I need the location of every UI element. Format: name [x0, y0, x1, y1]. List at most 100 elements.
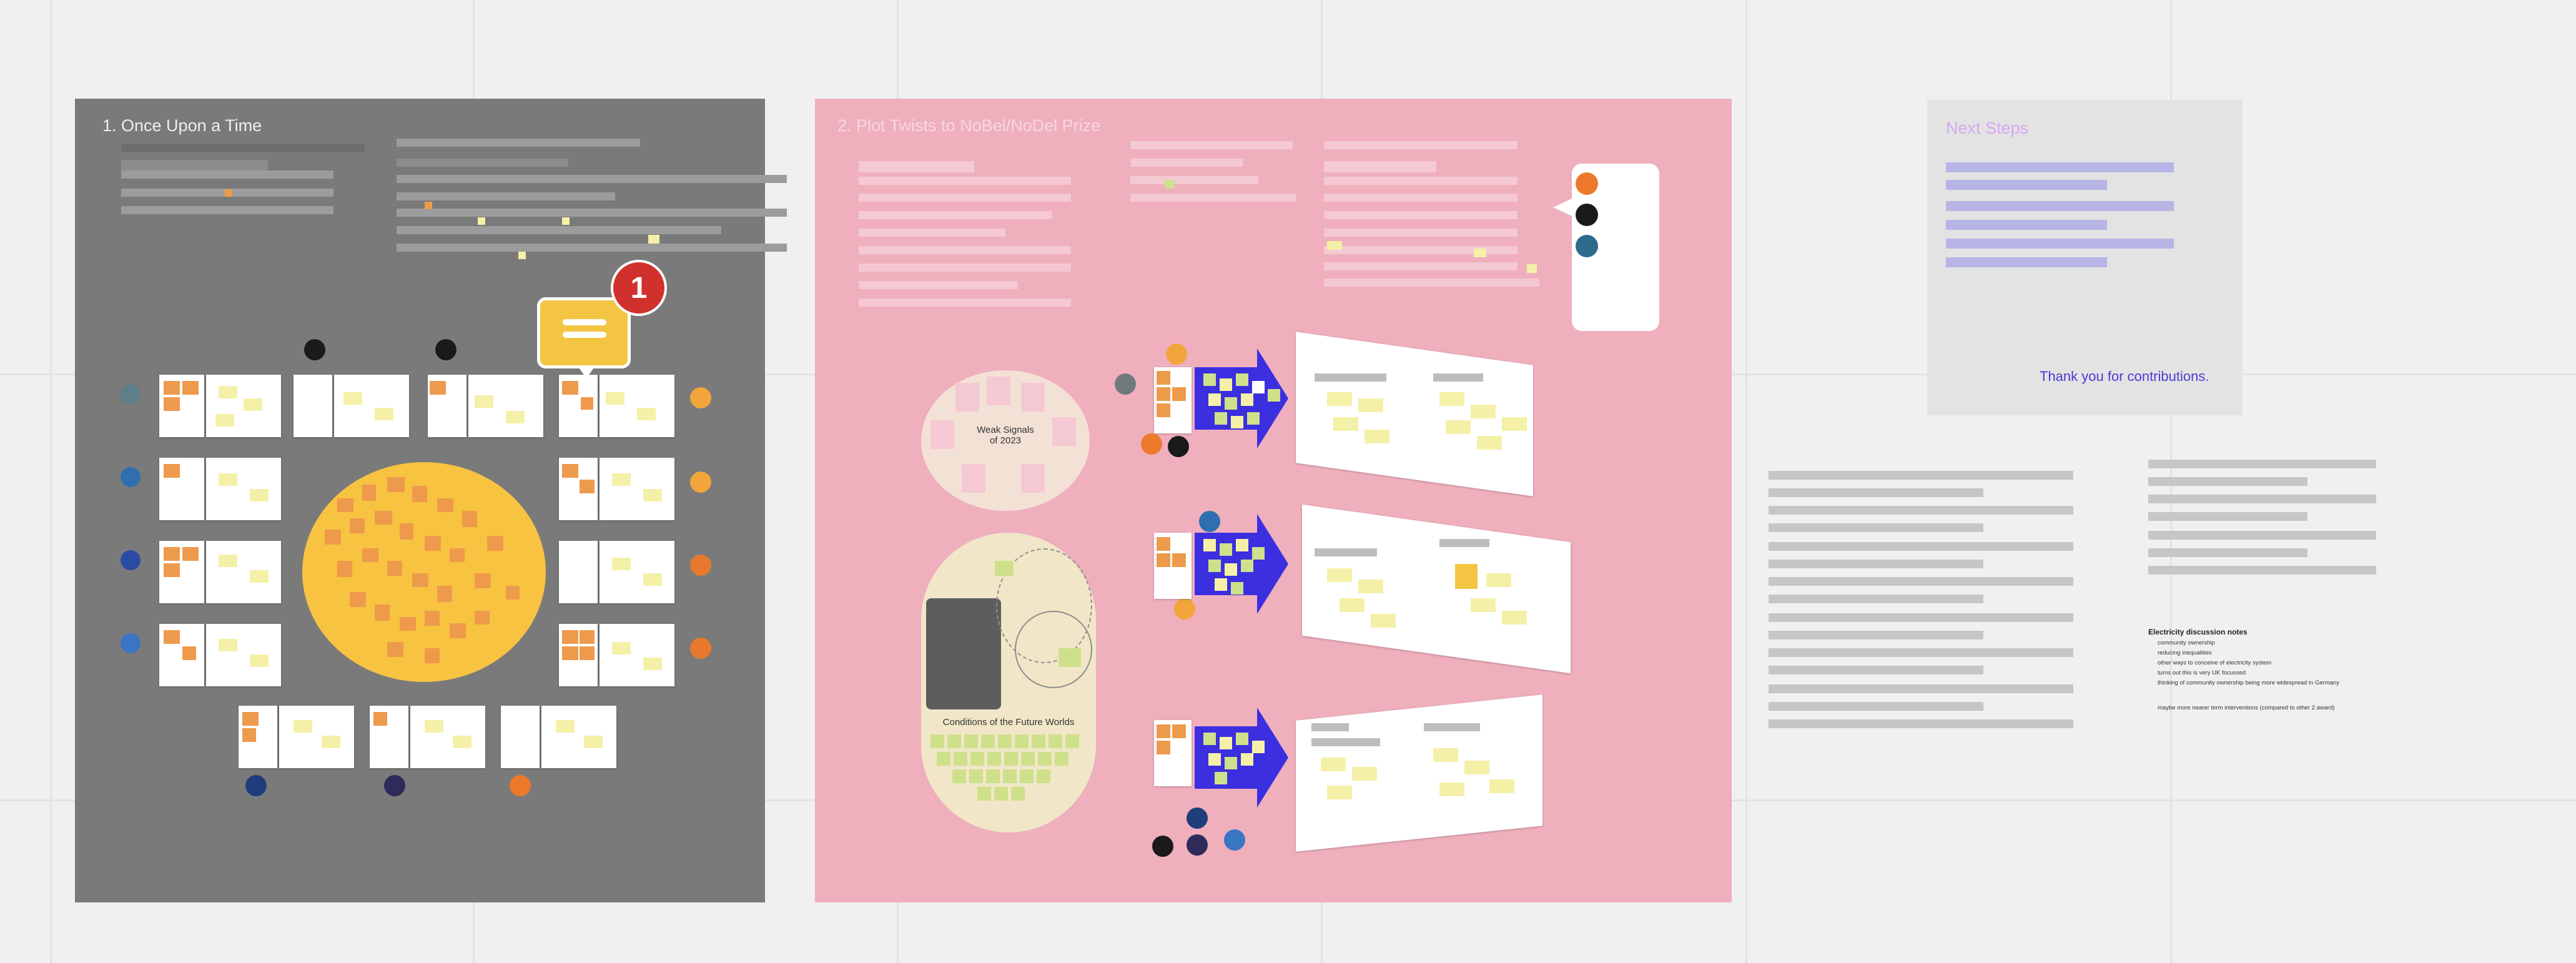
sticky-note[interactable] [164, 547, 180, 561]
sticky-note[interactable] [612, 473, 631, 486]
sticky-note[interactable] [322, 736, 340, 748]
sticky-note[interactable] [1021, 383, 1045, 412]
sticky-note[interactable] [387, 561, 402, 576]
whiteboard-canvas[interactable]: 1. Once Upon a Time 1 2. Plot Twists to … [0, 0, 2576, 963]
sticky-note[interactable] [962, 464, 985, 493]
sticky-note[interactable] [1252, 547, 1265, 560]
sticky-note[interactable] [1203, 539, 1216, 551]
sticky-note[interactable] [337, 498, 353, 512]
sticky-note[interactable] [1172, 553, 1186, 567]
sticky-note[interactable] [954, 752, 967, 766]
dot[interactable] [121, 467, 141, 487]
sticky-note[interactable] [581, 397, 593, 410]
sticky-note[interactable] [562, 464, 578, 478]
sticky-note[interactable] [412, 486, 427, 502]
sticky-note[interactable] [1236, 539, 1248, 551]
sticky-note[interactable] [250, 489, 269, 501]
sticky-note[interactable] [1220, 737, 1232, 749]
sticky-note[interactable] [1471, 405, 1496, 418]
sticky-note[interactable] [987, 377, 1010, 405]
sticky-note[interactable] [1364, 430, 1389, 443]
sticky-note[interactable] [1215, 578, 1227, 591]
sticky-note[interactable] [412, 573, 428, 587]
sticky-note[interactable] [1208, 560, 1221, 572]
sticky-note[interactable] [1157, 403, 1170, 417]
sticky-note[interactable] [1471, 598, 1496, 612]
sticky-note[interactable] [506, 586, 520, 600]
card[interactable] [294, 375, 332, 437]
dot[interactable] [1576, 235, 1598, 257]
sticky-note[interactable] [242, 728, 256, 742]
sticky-note[interactable] [1327, 786, 1352, 799]
sticky-note[interactable] [1003, 769, 1017, 783]
sticky-note[interactable] [637, 408, 656, 420]
sticky-note[interactable] [1157, 553, 1170, 567]
sticky-note[interactable] [164, 563, 180, 577]
sticky-note[interactable] [1172, 724, 1186, 738]
sticky-note[interactable] [1037, 769, 1050, 783]
sticky-note[interactable] [1502, 417, 1527, 431]
dot[interactable] [435, 339, 456, 360]
sticky-note[interactable] [1358, 398, 1383, 412]
sticky-note[interactable] [430, 381, 446, 395]
sticky-note[interactable] [1327, 568, 1352, 582]
sticky-note[interactable] [970, 752, 984, 766]
card[interactable] [600, 458, 674, 520]
dot[interactable] [1187, 807, 1208, 829]
sticky-note[interactable] [1358, 580, 1383, 593]
sticky-note[interactable] [556, 720, 575, 733]
sticky-note[interactable] [1225, 757, 1237, 769]
sticky-note[interactable] [164, 464, 180, 478]
sticky-note[interactable] [1052, 417, 1076, 446]
dot[interactable] [1224, 829, 1245, 851]
dot[interactable] [690, 472, 711, 493]
sticky-note[interactable] [475, 611, 490, 625]
sticky-note[interactable] [1208, 393, 1221, 406]
sticky-note[interactable] [1203, 733, 1216, 745]
sticky-note[interactable] [215, 414, 234, 427]
sticky-note[interactable] [182, 381, 199, 395]
sticky-note[interactable] [1231, 582, 1243, 595]
sticky-note[interactable] [606, 392, 624, 405]
sticky-note[interactable] [375, 605, 390, 621]
sticky-note[interactable] [986, 769, 1000, 783]
sticky-note[interactable] [1038, 752, 1052, 766]
sticky-note[interactable] [1157, 724, 1170, 738]
sticky-note[interactable] [219, 639, 237, 651]
comment-bubble[interactable] [537, 297, 631, 368]
sticky-note[interactable] [1172, 387, 1186, 401]
comment-count-badge[interactable]: 1 [611, 260, 667, 316]
dot[interactable] [245, 775, 267, 796]
dot[interactable] [1168, 436, 1189, 457]
sticky-note[interactable] [1327, 241, 1342, 250]
card[interactable] [600, 375, 674, 437]
sticky-note[interactable] [475, 573, 491, 588]
sticky-note[interactable] [612, 558, 631, 570]
dot[interactable] [1166, 343, 1187, 365]
sticky-note[interactable] [952, 769, 966, 783]
sticky-note[interactable] [1032, 734, 1045, 748]
sticky-note[interactable] [1157, 387, 1170, 401]
sticky-note[interactable] [294, 720, 312, 733]
sticky-note[interactable] [1486, 573, 1511, 587]
dot[interactable] [1152, 836, 1173, 857]
sticky-note[interactable] [562, 381, 578, 395]
sticky-note[interactable] [1049, 734, 1062, 748]
sticky-note[interactable] [1021, 464, 1045, 493]
sticky-note[interactable] [375, 408, 393, 420]
dot[interactable] [1141, 433, 1162, 455]
card[interactable] [600, 624, 674, 686]
sticky-note[interactable] [1215, 412, 1227, 425]
sticky-note[interactable] [1327, 392, 1352, 406]
sticky-note[interactable] [1477, 436, 1502, 450]
sticky-note[interactable] [362, 485, 376, 501]
sticky-note[interactable] [562, 630, 578, 644]
frame-next-steps[interactable]: Next Steps Thank you for contributions. [1927, 100, 2243, 415]
sticky-note[interactable] [1059, 648, 1081, 667]
sticky-note[interactable] [930, 734, 944, 748]
sticky-note[interactable] [1231, 416, 1243, 428]
sticky-note[interactable] [1352, 767, 1377, 781]
sticky-note[interactable] [1236, 733, 1248, 745]
sticky-note[interactable] [437, 586, 452, 602]
sticky-note[interactable] [244, 398, 262, 411]
